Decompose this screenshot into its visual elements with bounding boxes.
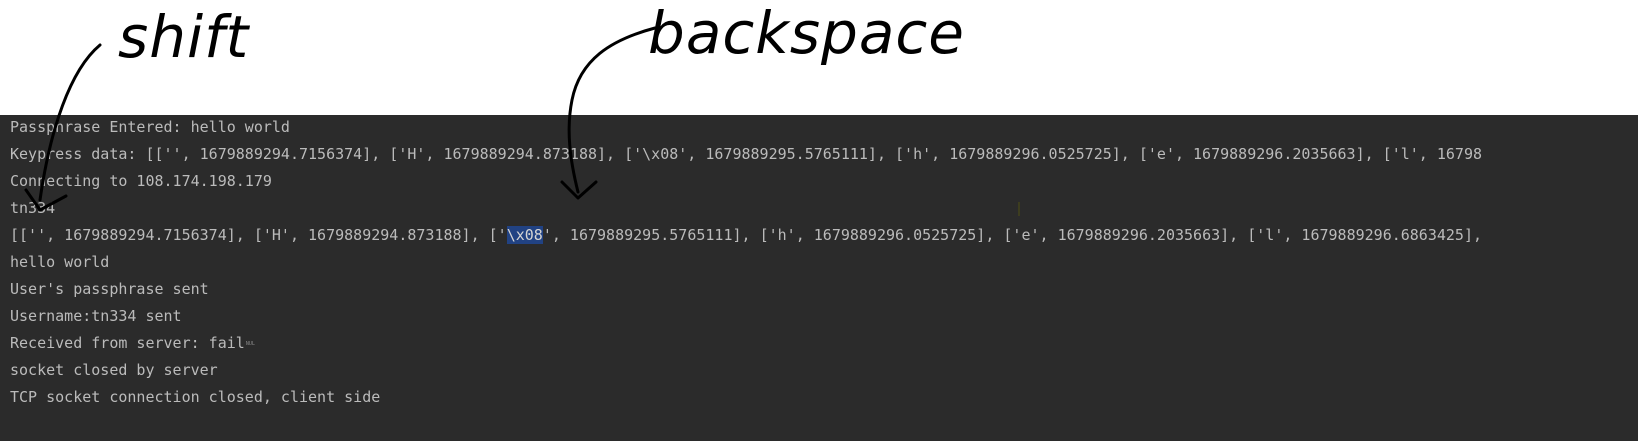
console-line-passphrase-sent: User's passphrase sent [10,280,209,298]
console-line-passphrase: Passphrase Entered: hello world [10,118,290,136]
server-response-text: Received from server: fail [10,334,245,352]
console-line-keypress-data: Keypress data: [['', 1679889294.7156374]… [10,145,1483,163]
screenshot-root: shift backspace Passphrase Entered: hell… [0,0,1638,441]
console-line-connecting: Connecting to 108.174.198.179 [10,172,272,190]
selected-backspace-text[interactable]: \x08 [506,226,543,244]
console-line-username-sent: Username:tn334 sent [10,307,182,325]
console-line-hello-world: hello world [10,253,110,271]
annotation-area: shift backspace [0,0,1638,115]
console-line-keypress-list: [['', 1679889294.7156374], ['H', 1679889… [10,226,1482,244]
console-line-tcp-closed: TCP socket connection closed, client sid… [10,388,381,406]
run-console-output[interactable]: Passphrase Entered: hello world Keypress… [0,115,1638,441]
backspace-annotation-label: backspace [648,0,965,67]
keypress-list-after: ', 1679889295.5765111], ['h', 1679889296… [542,226,1483,244]
console-line-server-response: Received from server: failNUL [10,334,255,353]
console-line-socket-closed: socket closed by server [10,361,218,379]
nul-char-marker: NUL [245,340,255,347]
text-cursor [1018,202,1020,216]
keypress-list-before: [['', 1679889294.7156374], ['H', 1679889… [10,226,507,244]
shift-annotation-label: shift [118,3,250,71]
console-line-username: tn334 [10,199,56,217]
